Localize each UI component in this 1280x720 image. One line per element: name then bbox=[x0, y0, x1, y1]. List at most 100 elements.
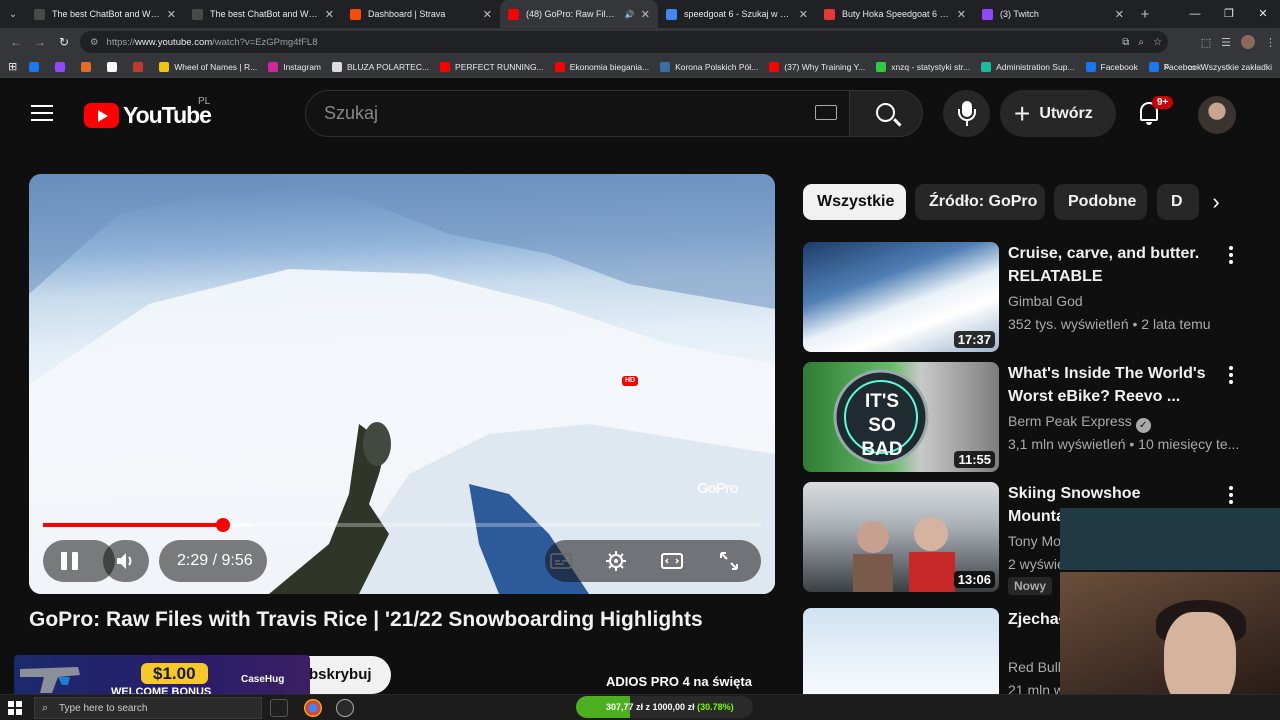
address-bar[interactable]: ⚙ https://www.youtube.com/watch?v=EzGPmg… bbox=[80, 31, 1168, 53]
bookmark-item[interactable] bbox=[81, 61, 96, 72]
recommendation-title[interactable]: What's Inside The World's Worst eBike? R… bbox=[1008, 362, 1213, 408]
chip-related[interactable]: Podobne bbox=[1054, 184, 1147, 220]
theater-mode-icon[interactable] bbox=[660, 549, 684, 573]
terminal-app-icon[interactable] bbox=[270, 699, 288, 717]
profile-avatar[interactable] bbox=[1241, 35, 1255, 49]
browser-tab[interactable]: speedgoat 6 - Szukaj w Google ✕ bbox=[658, 0, 816, 28]
zoom-icon[interactable]: ⌕ bbox=[1138, 37, 1144, 48]
recommendation-item[interactable]: IT'S SO BAD 11:55 What's Inside The Worl… bbox=[803, 362, 1243, 472]
extensions-icon[interactable]: ⬚ bbox=[1201, 36, 1211, 49]
tab-close-icon[interactable]: ✕ bbox=[641, 8, 650, 21]
tab-close-icon[interactable]: ✕ bbox=[325, 8, 334, 21]
reload-icon[interactable]: ↻ bbox=[52, 35, 76, 49]
tab-close-icon[interactable]: ✕ bbox=[957, 8, 966, 21]
bookmark-item[interactable] bbox=[29, 61, 44, 72]
video-thumbnail[interactable]: 17:37 bbox=[803, 242, 999, 352]
more-options-icon[interactable] bbox=[1229, 486, 1235, 506]
bookmark-item[interactable]: Facebook bbox=[1085, 61, 1138, 72]
search-input[interactable] bbox=[324, 91, 804, 136]
chip-all[interactable]: Wszystkie bbox=[803, 184, 906, 220]
obs-app-icon[interactable] bbox=[336, 699, 354, 717]
recommendation-item[interactable]: 17:37 Cruise, carve, and butter. RELATAB… bbox=[803, 242, 1243, 352]
restore-icon[interactable]: ❐ bbox=[1212, 0, 1246, 28]
tab-audio-icon[interactable]: 🔊 bbox=[625, 10, 635, 19]
chip-source-gopro[interactable]: Źródło: GoPro bbox=[915, 184, 1045, 220]
settings-gear-icon[interactable] bbox=[604, 549, 628, 573]
channel-name[interactable]: Red Bull bbox=[1008, 659, 1061, 675]
bookmark-item[interactable]: PERFECT RUNNING... bbox=[440, 61, 544, 72]
browser-menu-icon[interactable]: ⋮ bbox=[1265, 36, 1276, 49]
pause-icon[interactable] bbox=[61, 552, 79, 570]
bookmark-item[interactable]: Wheel of Names | R... bbox=[159, 61, 257, 72]
bookmark-item[interactable] bbox=[107, 61, 122, 72]
progress-bar[interactable] bbox=[43, 518, 761, 532]
browser-tab[interactable]: The best ChatBot and Widgets ✕ bbox=[26, 0, 184, 28]
chip-partial[interactable]: D bbox=[1157, 184, 1199, 220]
bookmark-item[interactable]: Administration Sup... bbox=[981, 61, 1075, 72]
browser-tab-strip: ⌄ The best ChatBot and Widgets✕The best … bbox=[0, 0, 1280, 28]
tab-close-icon[interactable]: ✕ bbox=[799, 8, 808, 21]
media-icon[interactable]: ☰ bbox=[1221, 36, 1231, 49]
toolbar-right: ⬚ ☰ ⋮ bbox=[1201, 28, 1276, 56]
channel-name[interactable]: Berm Peak Express ✓ bbox=[1008, 413, 1151, 433]
duration-badge: 17:37 bbox=[953, 331, 995, 348]
bookmark-item[interactable]: Korona Polskich Pół... bbox=[660, 61, 758, 72]
install-icon[interactable]: ⧉ bbox=[1122, 37, 1129, 48]
bookmark-star-icon[interactable]: ☆ bbox=[1153, 37, 1162, 48]
voice-search-button[interactable] bbox=[943, 90, 990, 137]
new-tab-button[interactable]: + bbox=[1132, 6, 1158, 23]
recommendation-title[interactable]: Cruise, carve, and butter. RELATABLE sno… bbox=[1008, 242, 1213, 288]
more-options-icon[interactable] bbox=[1229, 366, 1235, 386]
browser-tab[interactable]: Dashboard | Strava ✕ bbox=[342, 0, 500, 28]
search-button[interactable] bbox=[849, 90, 923, 137]
tab-close-icon[interactable]: ✕ bbox=[167, 8, 176, 21]
browser-tab[interactable]: The best ChatBot and Widgets ✕ bbox=[184, 0, 342, 28]
tab-label: speedgoat 6 - Szukaj w Google bbox=[684, 9, 793, 19]
fullscreen-icon[interactable] bbox=[717, 549, 741, 573]
browser-tab[interactable]: Buty Hoka Speedgoat 6 M Ziel ✕ bbox=[816, 0, 974, 28]
channel-name[interactable]: Gimbal God bbox=[1008, 293, 1083, 309]
tab-search-icon[interactable]: ⌄ bbox=[0, 0, 26, 28]
all-bookmarks-link[interactable]: Wszystkie zakładki bbox=[1201, 62, 1272, 72]
more-options-icon[interactable] bbox=[1229, 246, 1235, 266]
bookmark-favicon-icon bbox=[769, 61, 780, 72]
bookmark-label: (37) Why Training Y... bbox=[784, 61, 866, 72]
youtube-logo[interactable]: YouTube bbox=[84, 102, 212, 129]
scrubber-handle[interactable] bbox=[215, 518, 230, 532]
windows-start-icon[interactable] bbox=[8, 701, 22, 715]
channel-name[interactable]: Tony Mo bbox=[1008, 533, 1061, 549]
back-icon[interactable]: ← bbox=[4, 35, 28, 49]
browser-tab[interactable]: (3) Twitch ✕ bbox=[974, 0, 1132, 28]
tab-close-icon[interactable]: ✕ bbox=[483, 8, 492, 21]
video-thumbnail[interactable]: IT'S SO BAD 11:55 bbox=[803, 362, 999, 472]
chrome-app-icon[interactable] bbox=[304, 699, 322, 717]
site-info-icon[interactable]: ⚙ bbox=[90, 37, 99, 48]
close-window-icon[interactable]: ✕ bbox=[1246, 0, 1280, 28]
bookmark-item[interactable]: Ekonomia biegania... bbox=[554, 61, 649, 72]
bookmark-item[interactable]: BLUZA POLARTEC... bbox=[332, 61, 429, 72]
bookmark-item[interactable] bbox=[133, 61, 148, 72]
bookmark-item[interactable]: Instagram bbox=[268, 61, 321, 72]
subtitles-icon[interactable] bbox=[549, 549, 573, 573]
bookmark-item[interactable]: (37) Why Training Y... bbox=[769, 61, 866, 72]
volume-icon[interactable] bbox=[115, 551, 137, 571]
minimize-icon[interactable]: — bbox=[1178, 0, 1212, 28]
bookmark-item[interactable]: xnzq - statystyki str... bbox=[876, 61, 970, 72]
forward-icon[interactable]: → bbox=[28, 35, 52, 49]
taskbar-search[interactable]: ⌕ Type here to search bbox=[34, 697, 262, 719]
bookmark-favicon-icon bbox=[81, 61, 92, 72]
account-avatar[interactable] bbox=[1198, 96, 1236, 134]
taskbar-search-placeholder: Type here to search bbox=[59, 702, 148, 714]
create-button[interactable]: + Utwórz bbox=[1000, 90, 1116, 137]
apps-grid-icon[interactable]: ⊞ bbox=[8, 60, 17, 73]
video-thumbnail[interactable]: 13:06 bbox=[803, 482, 999, 592]
tab-close-icon[interactable]: ✕ bbox=[1115, 8, 1124, 21]
video-player[interactable]: GoPro 2:29 / 9:56 bbox=[29, 174, 775, 594]
keyboard-icon[interactable] bbox=[815, 105, 837, 120]
menu-icon[interactable] bbox=[31, 105, 53, 121]
bookmark-item[interactable] bbox=[55, 61, 70, 72]
chevron-right-icon[interactable]: › bbox=[1200, 186, 1232, 218]
browser-tab[interactable]: (48) GoPro: Raw Files with T 🔊 ✕ bbox=[500, 0, 658, 28]
bookmark-favicon-icon bbox=[440, 61, 451, 72]
bookmarks-more-icon[interactable]: » bbox=[1164, 61, 1170, 73]
